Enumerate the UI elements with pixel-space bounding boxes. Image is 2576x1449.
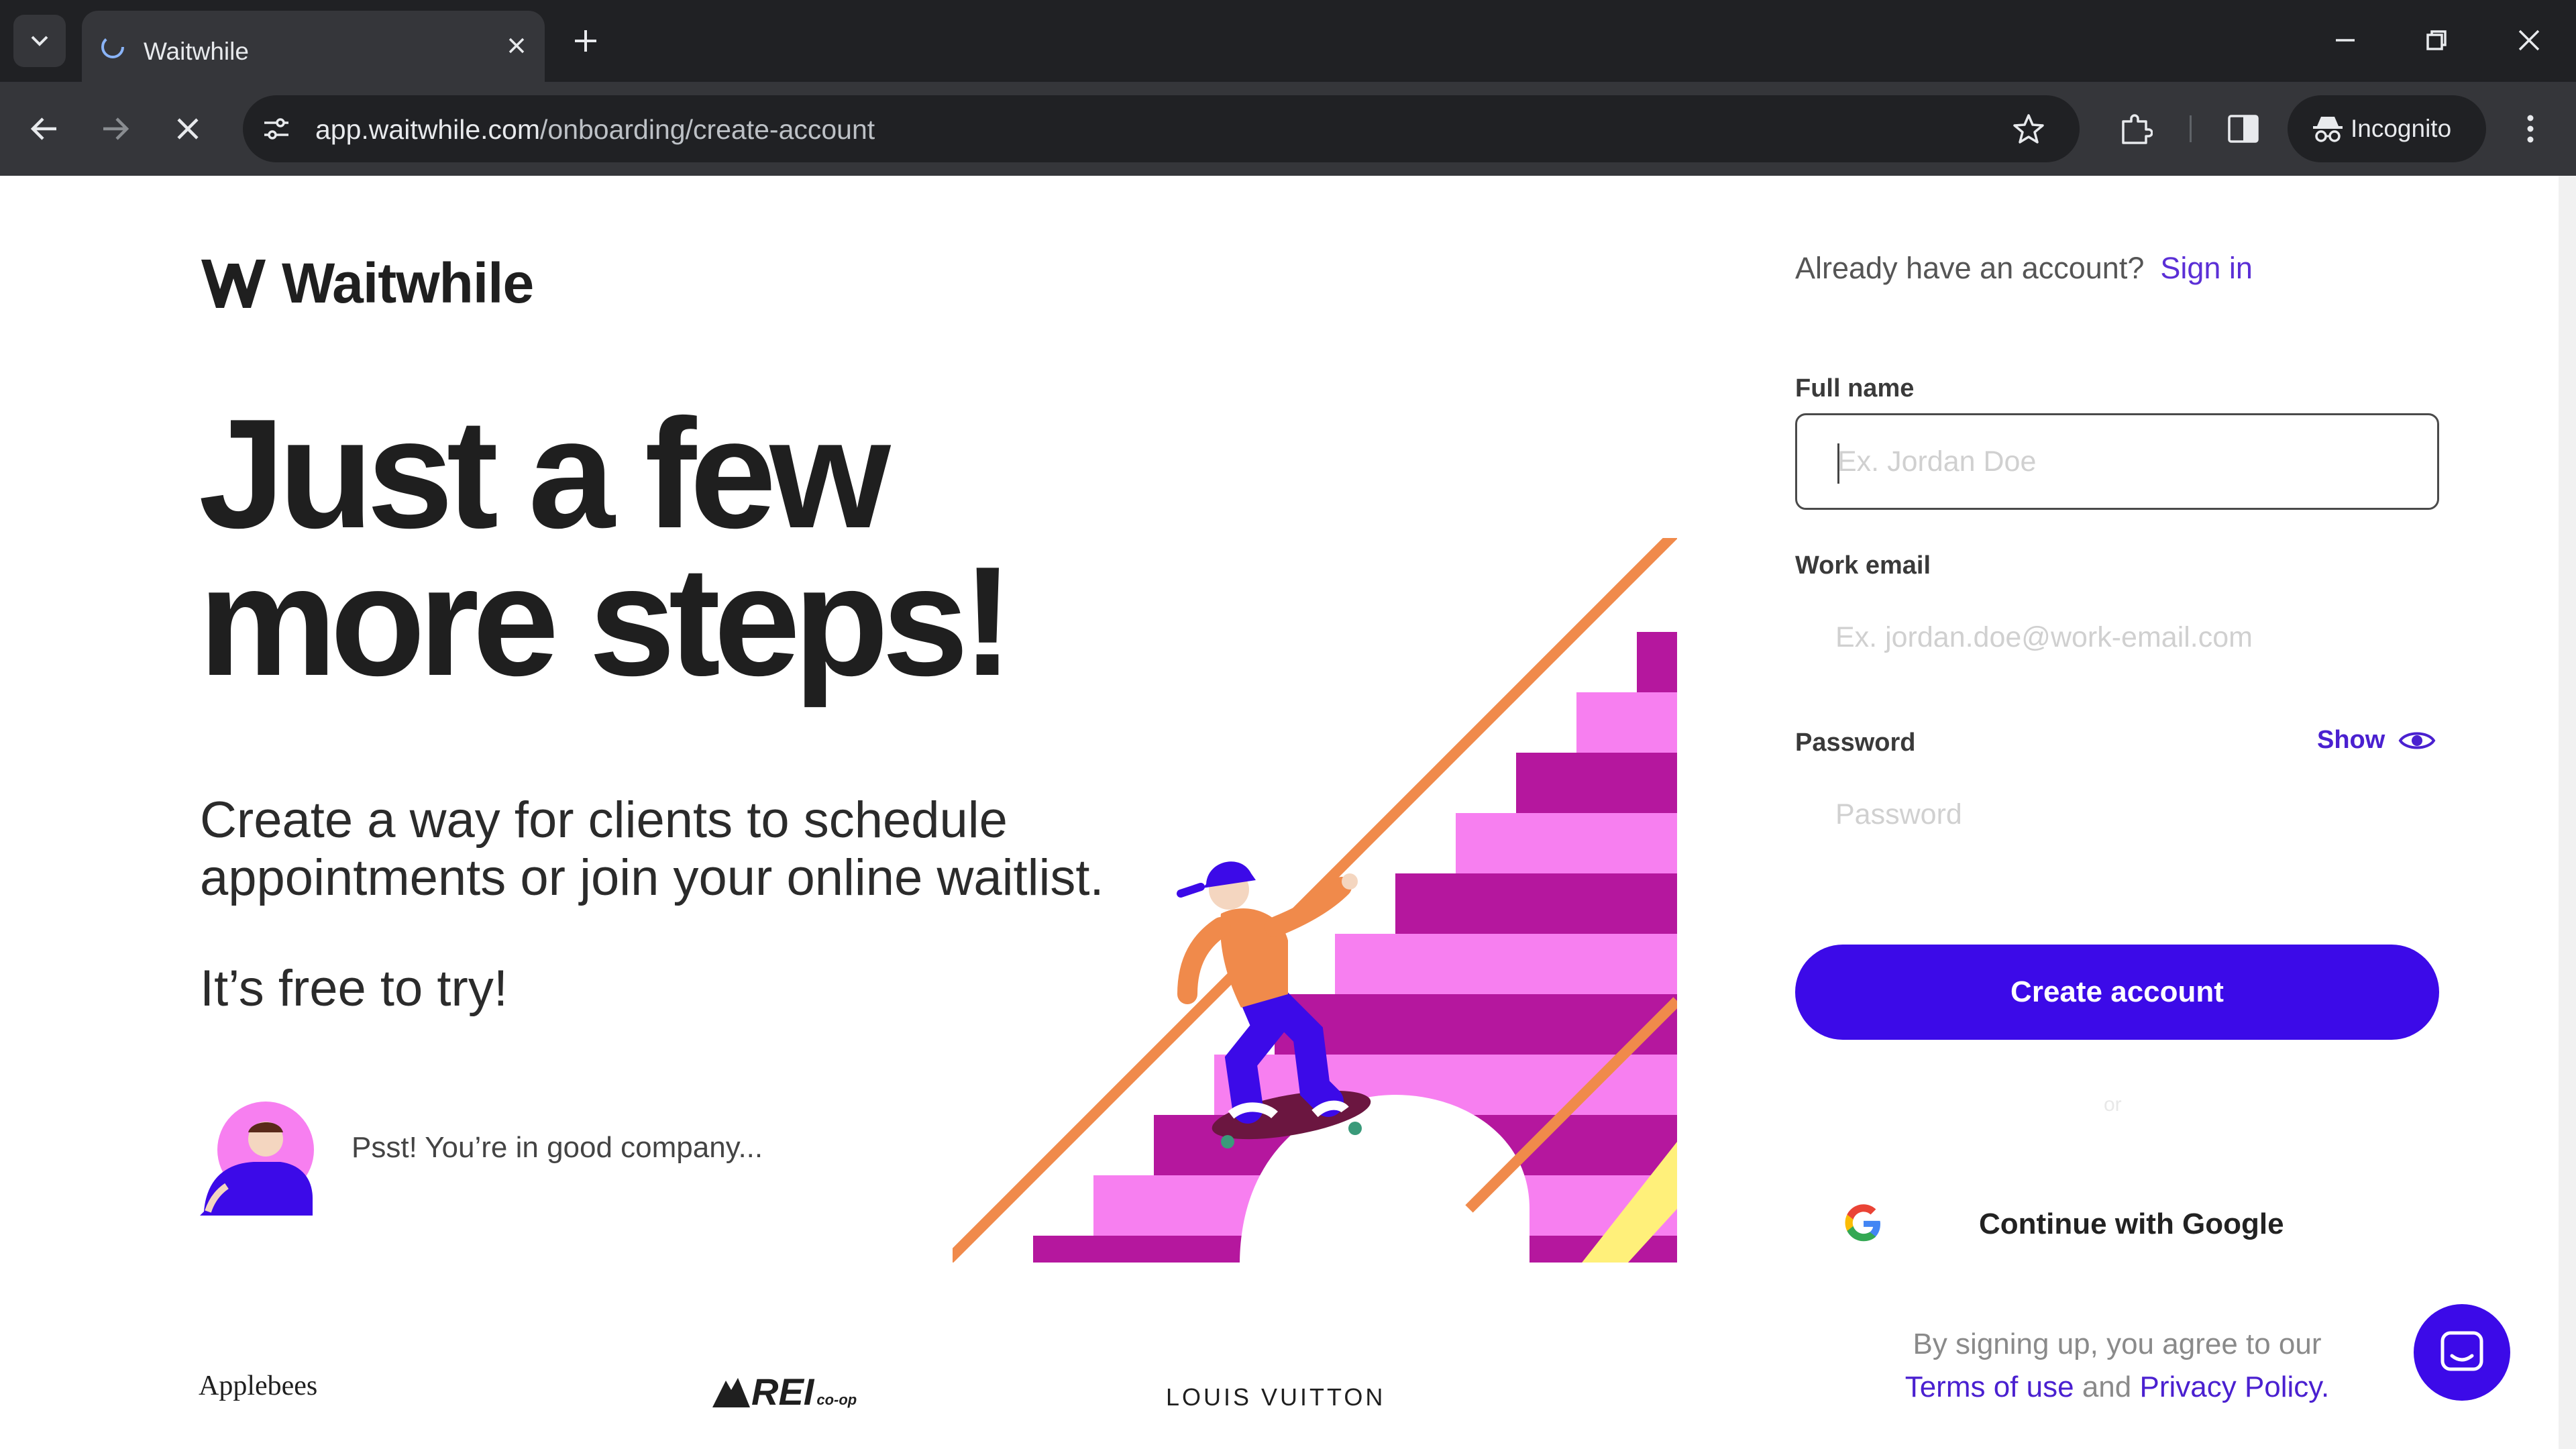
url-path: /onboarding/create-account — [540, 114, 875, 145]
back-arrow-icon — [30, 117, 56, 140]
louis-vuitton-logo-text: LOUIS VUITTON — [1166, 1383, 1386, 1411]
new-tab-button[interactable] — [569, 24, 602, 58]
terms-and-text: and — [2082, 1371, 2132, 1403]
close-icon — [508, 38, 525, 54]
tab-list-button[interactable] — [13, 15, 66, 67]
tab-title: Waitwhile — [144, 38, 249, 65]
restore-button[interactable] — [2416, 20, 2457, 60]
stop-loading-button[interactable] — [166, 107, 209, 150]
close-icon — [177, 118, 199, 140]
incognito-label: Incognito — [2351, 115, 2452, 142]
url-domain: app.waitwhile.com — [315, 114, 540, 145]
terms-notice: By signing up, you agree to our Terms of… — [1795, 1323, 2439, 1409]
continue-with-google-label: Continue with Google — [1979, 1208, 2284, 1240]
louis-vuitton-logo: LOUIS VUITTON — [1166, 1383, 1385, 1411]
browser-tab-active[interactable]: Waitwhile — [82, 11, 545, 82]
page-content: Waitwhile Just a few more steps! Create … — [0, 176, 2576, 1449]
terms-prefix: By signing up, you agree to our — [1913, 1328, 2322, 1360]
chat-launcher-button[interactable] — [2414, 1304, 2510, 1401]
applebees-logo: Applebees — [199, 1370, 317, 1402]
rei-logo-text: REI — [751, 1371, 814, 1413]
show-password-label: Show — [2317, 726, 2385, 754]
chevron-down-icon — [31, 36, 48, 46]
url-text: app.waitwhile.com/onboarding/create-acco… — [315, 114, 875, 146]
work-email-label: Work email — [1795, 551, 1931, 580]
close-icon — [2518, 30, 2540, 51]
close-window-button[interactable] — [2509, 20, 2549, 60]
good-company-text: Psst! You’re in good company... — [352, 1131, 763, 1164]
minimize-button[interactable] — [2325, 20, 2365, 60]
full-name-input[interactable] — [1797, 415, 2437, 508]
back-button[interactable] — [23, 107, 66, 150]
headline-line-1: Just a few — [199, 387, 891, 561]
eye-icon — [2398, 732, 2436, 749]
skateboarder-stairs-illustration — [953, 538, 1677, 1263]
browser-tab-bar: Waitwhile — [0, 0, 2576, 82]
applebees-logo-text: Applebees — [199, 1371, 318, 1401]
tune-icon — [264, 118, 288, 140]
browser-toolbar: app.waitwhile.com/onboarding/create-acco… — [0, 82, 2576, 176]
mountain-icon — [712, 1378, 750, 1407]
forward-arrow-icon — [103, 117, 129, 140]
side-panel-icon — [2228, 115, 2259, 143]
sign-in-link[interactable]: Sign in — [2160, 251, 2253, 285]
loading-spinner-icon — [101, 36, 124, 58]
browser-menu-button[interactable] — [2517, 109, 2544, 149]
work-email-input[interactable] — [1795, 597, 2439, 678]
chat-bubble-icon — [2440, 1331, 2483, 1371]
site-info-button[interactable] — [258, 110, 295, 148]
puzzle-icon — [2122, 114, 2153, 144]
full-name-field[interactable] — [1795, 413, 2439, 510]
kebab-menu-icon — [2527, 115, 2534, 143]
password-field[interactable] — [1795, 774, 2439, 855]
create-account-button[interactable]: Create account — [1795, 945, 2439, 1040]
incognito-indicator[interactable]: Incognito — [2288, 95, 2486, 162]
google-g-icon — [1845, 1204, 1880, 1242]
brand-name: Waitwhile — [282, 252, 534, 315]
text-caret — [1837, 443, 1839, 484]
already-have-account: Already have an account? Sign in — [1795, 251, 2253, 286]
waitwhile-logo[interactable]: Waitwhile — [200, 251, 534, 316]
already-have-account-text: Already have an account? — [1795, 251, 2145, 285]
star-icon — [2013, 114, 2044, 144]
extensions-button[interactable] — [2117, 110, 2155, 148]
terms-of-use-link[interactable]: Terms of use — [1905, 1371, 2074, 1403]
password-label: Password — [1795, 729, 1916, 757]
privacy-policy-link[interactable]: Privacy Policy. — [2139, 1371, 2329, 1403]
forward-button[interactable] — [94, 107, 137, 150]
free-trial-text: It’s free to try! — [200, 960, 508, 1017]
full-name-label: Full name — [1795, 374, 1915, 402]
side-panel-button[interactable] — [2224, 110, 2262, 148]
work-email-field[interactable] — [1795, 597, 2439, 678]
page-scrollbar[interactable] — [2559, 176, 2576, 1449]
rei-logo: REI co-op — [711, 1370, 857, 1413]
tab-close-button[interactable] — [502, 31, 531, 60]
continue-with-google-button[interactable]: Continue with Google — [1795, 1178, 2439, 1269]
password-input[interactable] — [1795, 774, 2439, 855]
terms-links-line: Terms of use and Privacy Policy. — [1795, 1366, 2439, 1409]
address-bar[interactable]: app.waitwhile.com/onboarding/create-acco… — [243, 95, 2080, 162]
avatar-illustration — [200, 1102, 314, 1216]
incognito-icon — [2313, 117, 2343, 142]
toolbar-separator — [2190, 115, 2192, 142]
minimize-icon — [2336, 39, 2355, 42]
waitwhile-logo-icon — [201, 259, 266, 308]
show-password-toggle[interactable]: Show — [2317, 726, 2436, 755]
plus-icon — [575, 30, 596, 52]
or-divider: or — [2104, 1093, 2122, 1116]
rei-logo-subtext: co-op — [816, 1391, 857, 1408]
restore-icon — [2426, 30, 2447, 50]
bookmark-button[interactable] — [2011, 111, 2046, 146]
